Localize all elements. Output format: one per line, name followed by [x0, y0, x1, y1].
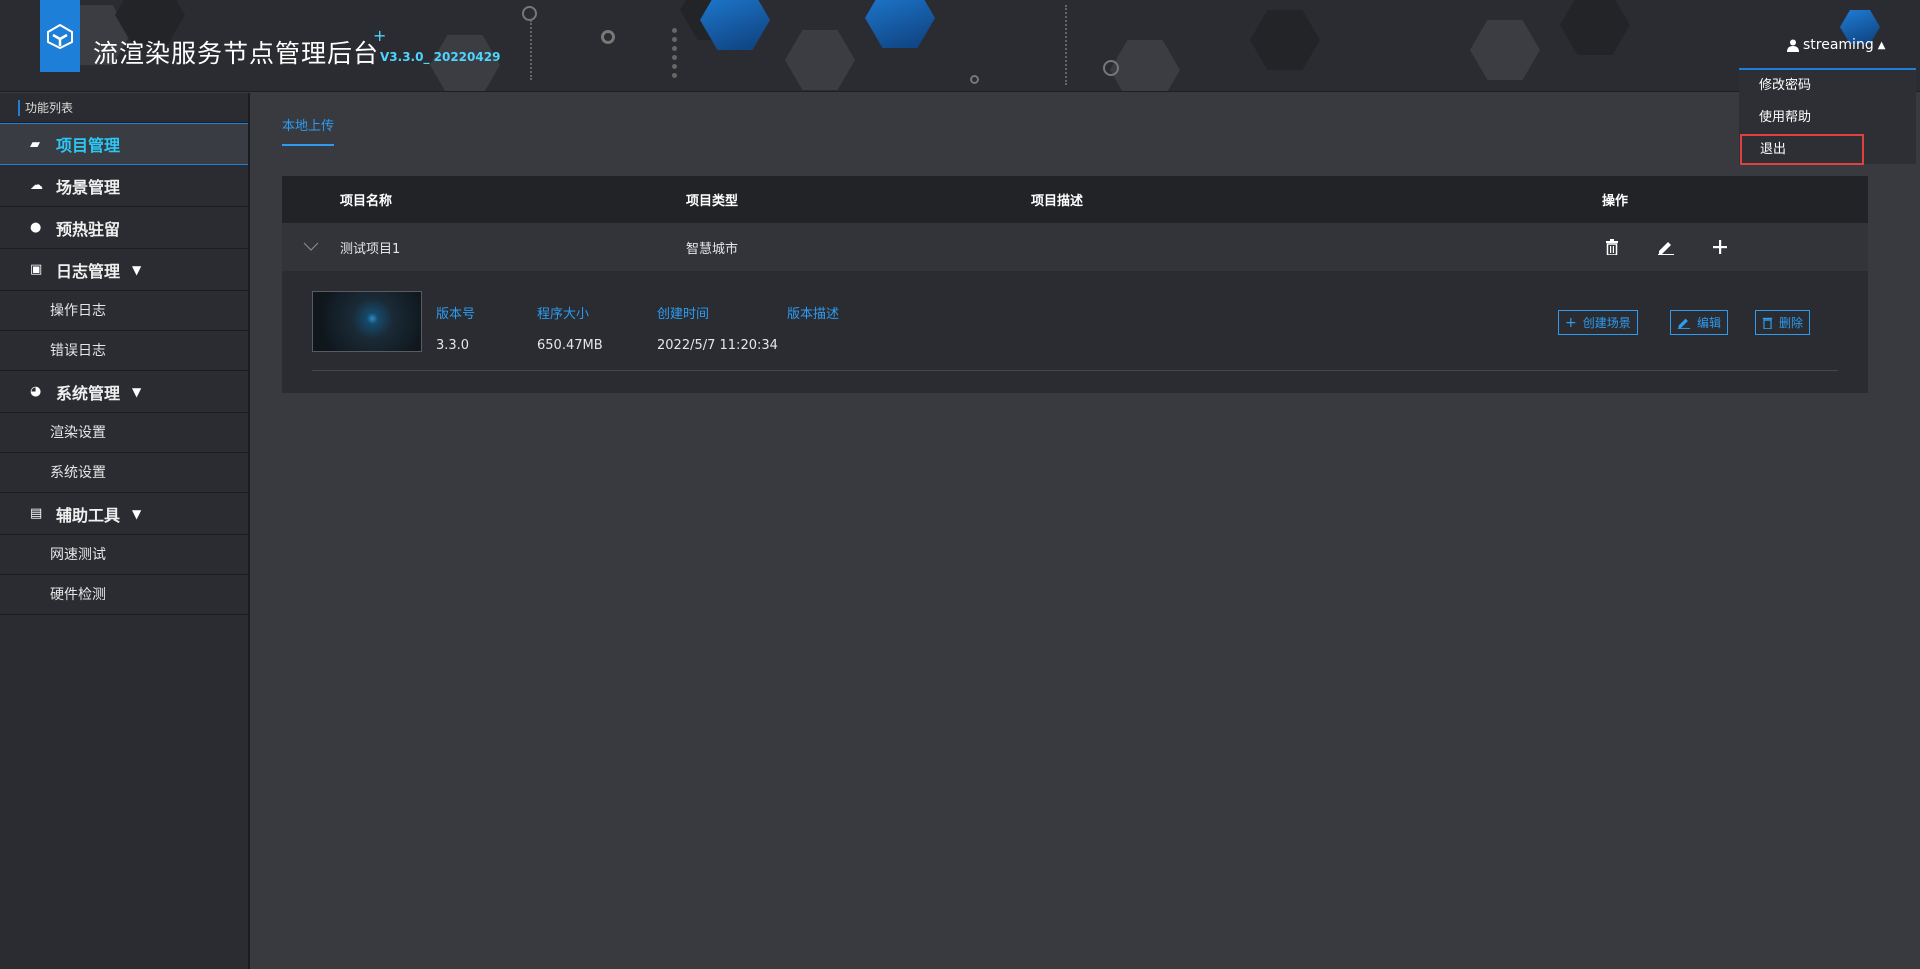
folder-icon: ▰ — [30, 136, 40, 152]
app-version: V3.3.0_ 20220429 — [380, 50, 501, 64]
sidebar-item-preheat[interactable]: ● 预热驻留 — [0, 207, 248, 249]
sidebar-item-system[interactable]: ◕ 系统管理 ▼ — [0, 371, 248, 413]
header-decor-hex — [1470, 20, 1540, 80]
sidebar-subitem-render[interactable]: 渲染设置 — [0, 413, 248, 453]
cloud-icon: ☁ — [30, 178, 43, 193]
sidebar-item-label: 项目管理 — [56, 136, 121, 155]
column-header-desc: 项目描述 — [1031, 194, 1084, 209]
title-plus-icon: + — [373, 26, 387, 45]
label-size: 程序大小 — [537, 307, 590, 322]
chevron-down-icon — [303, 242, 319, 251]
menu-item-change-password[interactable]: 修改密码 — [1739, 70, 1916, 102]
button-label: 创建场景 — [1582, 316, 1631, 330]
plus-icon: + — [1565, 314, 1577, 331]
header-decor-ring — [970, 75, 979, 84]
value-version: 3.3.0 — [436, 338, 470, 353]
table-header: 项目名称 项目类型 项目描述 操作 — [282, 176, 1868, 223]
tab-local-upload[interactable]: 本地上传 — [282, 115, 335, 146]
project-table: 项目名称 项目类型 项目描述 操作 测试项目1 智慧城市 版本号 程序大小 创建… — [282, 176, 1868, 393]
trash-icon[interactable] — [1602, 239, 1622, 255]
header-decor-hex — [700, 0, 770, 50]
sidebar-item-project[interactable]: ▰ 项目管理 — [0, 123, 248, 165]
header-decor-hex — [785, 30, 855, 90]
edit-icon — [1677, 318, 1691, 329]
add-icon[interactable] — [1710, 239, 1730, 255]
dashboard-icon: ◕ — [30, 384, 42, 399]
row-actions — [1602, 239, 1868, 255]
sidebar-subitem-err-log[interactable]: 错误日志 — [0, 331, 248, 371]
sidebar: 功能列表 ▰ 项目管理 ☁ 场景管理 ● 预热驻留 ▣ 日志管理 ▼ 操作日志 … — [0, 93, 250, 969]
header-decor-ring — [1103, 60, 1119, 76]
column-header-type: 项目类型 — [686, 194, 739, 209]
header-decor-hex — [1250, 10, 1320, 70]
header-decor-ring — [601, 30, 615, 44]
caret-up-icon: ▲ — [1877, 39, 1886, 51]
archive-icon: ▣ — [30, 262, 43, 277]
expand-toggle[interactable] — [282, 240, 340, 255]
header-decor-ring — [522, 6, 537, 21]
app-logo — [40, 0, 80, 72]
sidebar-subitem-speed-test[interactable]: 网速测试 — [0, 535, 248, 575]
caret-down-icon: ▼ — [132, 506, 142, 521]
sidebar-subitem-op-log[interactable]: 操作日志 — [0, 291, 248, 331]
sidebar-subitem-sys-settings[interactable]: 系统设置 — [0, 453, 248, 493]
delete-button[interactable]: 删除 — [1755, 310, 1811, 335]
button-label: 删除 — [1779, 316, 1804, 330]
edit-button[interactable]: 编辑 — [1670, 310, 1729, 335]
sidebar-item-scene[interactable]: ☁ 场景管理 — [0, 165, 248, 207]
trash-icon — [1762, 317, 1773, 329]
header-decor-hex — [865, 0, 935, 48]
sidebar-subitem-hardware[interactable]: 硬件检测 — [0, 575, 248, 615]
app-title: 流渲染服务节点管理后台 — [93, 39, 380, 68]
sidebar-item-log[interactable]: ▣ 日志管理 ▼ — [0, 249, 248, 291]
sidebar-item-label: 预热驻留 — [56, 219, 121, 239]
project-type: 智慧城市 — [686, 241, 739, 257]
label-created: 创建时间 — [657, 307, 710, 322]
username: streaming — [1803, 37, 1874, 53]
user-menu-toggle[interactable]: streaming ▲ — [1787, 37, 1885, 53]
button-label: 编辑 — [1697, 316, 1722, 330]
column-header-name: 项目名称 — [340, 194, 393, 209]
table-row: 测试项目1 智慧城市 — [282, 223, 1868, 271]
version-detail-panel: 版本号 程序大小 创建时间 版本描述 3.3.0 650.47MB 2022/5… — [282, 271, 1868, 393]
top-header: 流渲染服务节点管理后台 + V3.3.0_ 20220429 streaming… — [0, 0, 1920, 92]
label-version-desc: 版本描述 — [787, 307, 840, 322]
user-dropdown-menu: 修改密码 使用帮助 退出 — [1739, 68, 1916, 165]
value-size: 650.47MB — [537, 338, 603, 353]
header-decor-line — [1065, 5, 1067, 85]
divider — [312, 370, 1838, 371]
printer-icon: ▤ — [30, 506, 43, 521]
sidebar-item-label: 系统管理 — [56, 383, 121, 403]
label-version: 版本号 — [436, 307, 476, 322]
project-thumbnail — [312, 291, 422, 352]
header-decor-line — [672, 28, 677, 78]
sidebar-item-label: 辅助工具 — [56, 505, 121, 525]
header-decor-line — [530, 20, 532, 80]
menu-item-help[interactable]: 使用帮助 — [1739, 102, 1916, 134]
sidebar-heading: 功能列表 — [0, 93, 248, 123]
project-name: 测试项目1 — [340, 241, 401, 257]
sidebar-item-label: 场景管理 — [56, 177, 121, 197]
create-scene-button[interactable]: + 创建场景 — [1558, 310, 1638, 335]
caret-down-icon: ▼ — [132, 384, 142, 399]
column-header-actions: 操作 — [1602, 194, 1629, 209]
header-decor-hex — [1560, 0, 1630, 55]
caret-down-icon: ▼ — [132, 262, 142, 277]
main-content: 本地上传 项目名称 项目类型 项目描述 操作 测试项目1 智慧城市 版本号 程序… — [282, 115, 1868, 393]
sidebar-item-label: 日志管理 — [56, 261, 121, 281]
header-decor-hex — [1110, 40, 1180, 91]
bolt-icon: ● — [30, 220, 42, 235]
sidebar-item-tools[interactable]: ▤ 辅助工具 ▼ — [0, 493, 248, 535]
menu-item-logout[interactable]: 退出 — [1740, 134, 1864, 165]
user-icon — [1787, 39, 1799, 52]
logo-mark-icon — [47, 23, 73, 49]
edit-icon[interactable] — [1656, 239, 1676, 255]
value-created: 2022/5/7 11:20:34 — [657, 338, 778, 353]
